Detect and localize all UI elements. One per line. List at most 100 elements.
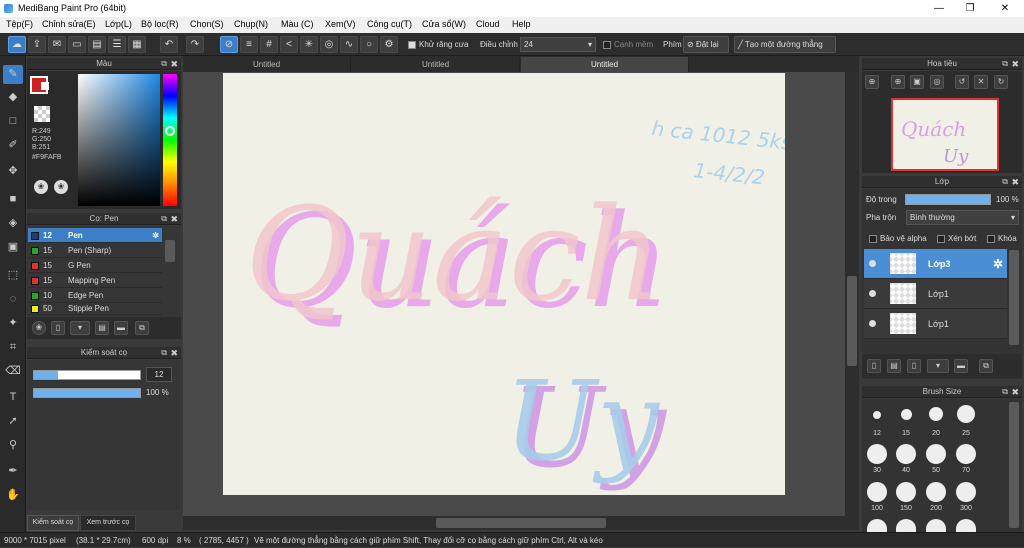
vanishing-snap-icon[interactable]: < — [280, 36, 298, 53]
tab-brush-preview[interactable]: Xem trước cọ — [80, 515, 136, 531]
rotate-right-icon[interactable]: ↻ — [994, 75, 1008, 89]
hue-slider[interactable] — [163, 74, 177, 206]
radial-snap-icon[interactable]: ✳ — [300, 36, 318, 53]
popout-icon[interactable]: ⧉ — [161, 58, 167, 70]
zoom-in-icon[interactable]: ⊕ — [865, 75, 879, 89]
page-icon[interactable]: ▤ — [88, 36, 106, 53]
popout-icon[interactable]: ⧉ — [161, 347, 167, 359]
brush-size-preset[interactable] — [867, 444, 887, 464]
select-pen-tool-icon[interactable]: ⌗ — [3, 338, 23, 357]
close-icon[interactable]: ✖ — [170, 347, 178, 359]
secondary-color-swatch[interactable] — [41, 82, 49, 90]
menu-file[interactable]: Tệp(F) — [6, 19, 33, 29]
clipping-checkbox[interactable]: Xén bớt — [937, 234, 976, 243]
tab-document[interactable]: Untitled — [183, 57, 351, 72]
add-layer-menu-icon[interactable]: ▾ — [927, 359, 949, 373]
cross-snap-icon[interactable]: # — [260, 36, 278, 53]
brush-size-preset[interactable] — [873, 411, 881, 419]
canh-mem-checkbox[interactable]: Cạnh mềm — [603, 40, 653, 49]
layer-row[interactable]: Lớp1 — [864, 309, 1007, 339]
brush-size-preset[interactable] — [896, 482, 916, 502]
close-icon[interactable]: ✖ — [170, 213, 178, 225]
share-icon[interactable]: ⇪ — [28, 36, 46, 53]
palette-icon[interactable]: ❀ — [34, 180, 48, 194]
palette-add-icon[interactable]: ❀ — [54, 180, 68, 194]
hand-tool-icon[interactable]: ✋ — [3, 486, 23, 505]
menu-tools[interactable]: Công cụ(T) — [367, 19, 412, 29]
close-icon[interactable]: ✖ — [1011, 58, 1019, 70]
brush-size-preset[interactable] — [867, 482, 887, 502]
brush-size-preset[interactable] — [901, 409, 912, 420]
brush-item[interactable]: 50 Stipple Pen — [28, 303, 162, 315]
protect-alpha-checkbox[interactable]: Bảo vệ alpha — [869, 234, 927, 243]
brush-size-scrollbar[interactable] — [1009, 402, 1019, 528]
menu-window[interactable]: Cửa sổ(W) — [422, 19, 466, 29]
brush-size-slider[interactable] — [33, 370, 141, 380]
folder-icon[interactable]: ▬ — [114, 321, 128, 335]
zoom-out-icon[interactable]: ⊕ — [891, 75, 905, 89]
layer-opacity-slider[interactable] — [905, 194, 991, 205]
popout-icon[interactable]: ⧉ — [1002, 176, 1008, 188]
menu-filter[interactable]: Bộ lọc(R) — [141, 19, 179, 29]
close-icon[interactable]: ✖ — [170, 58, 178, 70]
undo-icon[interactable]: ↶ — [160, 36, 178, 53]
brush-item[interactable]: 10 Edge Pen — [28, 288, 162, 303]
maximize-button[interactable]: ❐ — [955, 0, 985, 17]
ellipse-snap-icon[interactable]: ○ — [360, 36, 378, 53]
popout-icon[interactable]: ⧉ — [1002, 386, 1008, 398]
close-icon[interactable]: ✖ — [1011, 386, 1019, 398]
popout-icon[interactable]: ⧉ — [1002, 58, 1008, 70]
brush-item[interactable]: 15 Mapping Pen — [28, 273, 162, 288]
reset-rotate-icon[interactable]: ✕ — [974, 75, 988, 89]
brush-cloud-icon[interactable]: ❀ — [32, 321, 46, 335]
tab-document-active[interactable]: Untitled — [521, 57, 689, 72]
transparent-color-swatch[interactable] — [34, 106, 50, 122]
bucket-tool-icon[interactable]: ◈ — [3, 214, 23, 233]
eye-icon[interactable] — [869, 320, 876, 327]
parallel-snap-icon[interactable]: ≡ — [240, 36, 258, 53]
brush-settings-icon[interactable]: ▤ — [95, 321, 109, 335]
lasso-tool-icon[interactable]: ◌ — [3, 290, 23, 309]
speech-icon[interactable]: ▭ — [68, 36, 86, 53]
color-sv-picker[interactable] — [78, 74, 160, 206]
menu-color[interactable]: Màu (C) — [281, 19, 314, 29]
straight-line-button[interactable]: ╱ Tạo một đường thẳng — [734, 36, 836, 53]
new-raster-layer-icon[interactable]: ▤ — [887, 359, 901, 373]
brush-item[interactable]: 12 Pen ✲ — [28, 228, 162, 243]
navigator-thumbnail[interactable]: Quách Uy — [891, 98, 999, 171]
pen-curve-tool-icon[interactable]: ✐ — [3, 136, 23, 155]
operation-tool-icon[interactable]: ➚ — [3, 412, 23, 431]
comment-icon[interactable]: ✉ — [48, 36, 66, 53]
brush-size-preset[interactable] — [956, 519, 976, 532]
new-brush-icon[interactable]: ▯ — [51, 321, 65, 335]
hue-handle[interactable] — [165, 126, 175, 136]
brush-size-preset[interactable] — [896, 444, 916, 464]
snap-off-icon[interactable]: ⊘ — [220, 36, 238, 53]
folder-icon[interactable]: ▬ — [954, 359, 968, 373]
drawing-canvas[interactable]: Quách Quách Uy Uy h ca 1012 5ks 1-4/2/2 — [223, 73, 785, 495]
menu-capture[interactable]: Chụp(N) — [234, 19, 268, 29]
add-brush-icon[interactable]: ▾ — [70, 321, 90, 335]
tab-brush-control[interactable]: Kiểm soát cọ — [27, 515, 79, 531]
new-vector-layer-icon[interactable]: ▯ — [907, 359, 921, 373]
brush-item[interactable]: 15 Pen (Sharp) — [28, 243, 162, 258]
actual-size-icon[interactable]: ◎ — [930, 75, 944, 89]
duplicate-brush-icon[interactable]: ⧉ — [135, 321, 149, 335]
minimize-button[interactable]: — — [924, 0, 954, 17]
brush-size-preset[interactable] — [926, 482, 946, 502]
brush-item[interactable]: 15 G Pen — [28, 258, 162, 273]
reset-button[interactable]: ⊘ Đặt lại — [683, 36, 729, 53]
duplicate-layer-icon[interactable]: ⧉ — [979, 359, 993, 373]
brush-size-preset[interactable] — [956, 482, 976, 502]
curve-snap-icon[interactable]: ∿ — [340, 36, 358, 53]
popout-icon[interactable]: ⧉ — [161, 213, 167, 225]
gear-icon[interactable]: ✲ — [152, 228, 159, 243]
grid-icon[interactable]: ▦ — [128, 36, 146, 53]
brush-list-scrollbar[interactable] — [165, 240, 175, 262]
cloud-icon[interactable]: ☁ — [8, 36, 26, 53]
brush-size-preset[interactable] — [929, 407, 943, 421]
brush-opacity-slider[interactable] — [33, 388, 141, 398]
menu-edit[interactable]: Chỉnh sửa(E) — [42, 19, 96, 29]
circle-snap-icon[interactable]: ◎ — [320, 36, 338, 53]
select-rect-tool-icon[interactable]: ⬚ — [3, 266, 23, 285]
